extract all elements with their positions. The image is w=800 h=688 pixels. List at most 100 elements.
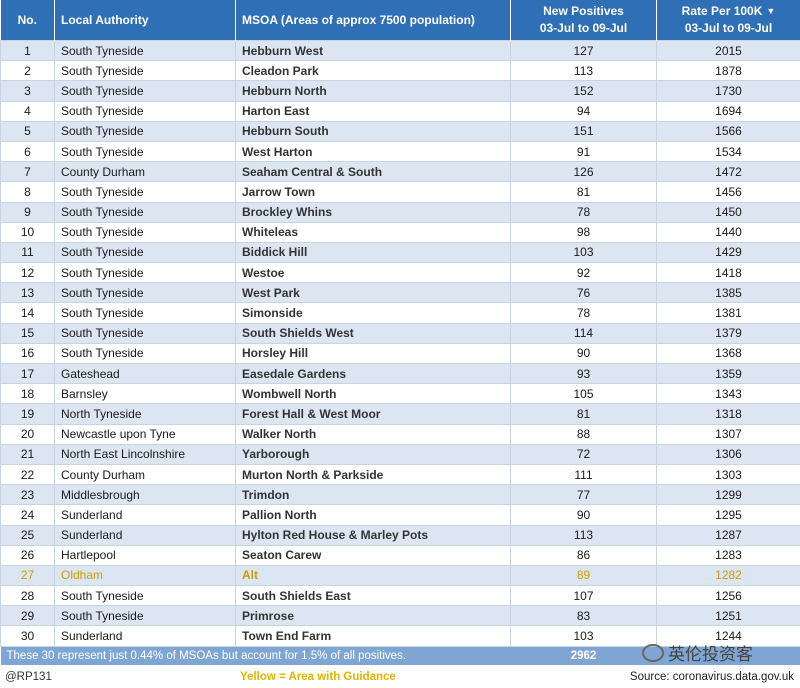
cell-msoa: Hebburn North <box>235 80 511 102</box>
sort-desc-icon[interactable]: ▼ <box>766 3 775 20</box>
table-row: 3 South Tyneside Hebburn North 152 1730 <box>0 80 800 102</box>
wechat-logo-icon <box>642 643 664 662</box>
cell-msoa: Brockley Whins <box>235 201 511 223</box>
cell-msoa: Alt <box>235 564 511 587</box>
cell-positives: 152 <box>510 80 657 102</box>
cell-positives: 81 <box>510 181 657 203</box>
header-positives-line1: New Positives <box>543 4 624 18</box>
cell-authority: South Tyneside <box>54 221 236 243</box>
cell-no: 13 <box>0 282 55 304</box>
cell-no: 6 <box>0 140 55 163</box>
author-handle: @RP131 <box>5 671 52 683</box>
cell-no: 26 <box>0 544 55 566</box>
cell-no: 22 <box>0 463 55 486</box>
table-row: 2 South Tyneside Cleadon Park 113 1878 <box>0 60 800 82</box>
cell-no: 28 <box>0 585 55 607</box>
table-row: 28 South Tyneside South Shields East 107 125… <box>0 585 800 607</box>
cell-authority: Sunderland <box>54 625 236 647</box>
cell-authority: South Tyneside <box>54 262 236 284</box>
cell-rate: 1381 <box>656 302 800 324</box>
cell-msoa: Walker North <box>235 423 511 445</box>
cell-positives: 127 <box>510 39 657 62</box>
cell-no: 29 <box>0 605 55 627</box>
cell-msoa: Hebburn West <box>235 39 511 62</box>
summary-total: 2962 <box>510 646 657 665</box>
cell-no: 20 <box>0 423 55 445</box>
summary-note: These 30 represent just 0.44% of MSOAs b… <box>0 646 511 665</box>
table-row: 20 Newcastle upon Tyne Walker North 88 1307 <box>0 423 800 445</box>
cell-rate: 1566 <box>656 120 800 142</box>
cell-rate: 1694 <box>656 100 800 122</box>
cell-authority: South Tyneside <box>54 282 236 304</box>
cell-rate: 1343 <box>656 383 800 405</box>
table-row: 9 South Tyneside Brockley Whins 78 1450 <box>0 201 800 223</box>
cell-no: 10 <box>0 221 55 243</box>
cell-positives: 81 <box>510 403 657 425</box>
cell-authority: Hartlepool <box>54 544 236 566</box>
cell-no: 3 <box>0 80 55 102</box>
cell-msoa: Town End Farm <box>235 625 511 647</box>
cell-msoa: Forest Hall & West Moor <box>235 403 511 425</box>
header-msoa: MSOA (Areas of approx 7500 population) <box>235 0 511 41</box>
cell-authority: County Durham <box>54 161 236 183</box>
table-row: 5 South Tyneside Hebburn South 151 1566 <box>0 120 800 142</box>
cell-no: 14 <box>0 302 55 324</box>
cell-authority: Barnsley <box>54 383 236 405</box>
table-row: 1 South Tyneside Hebburn West 127 2015 <box>0 39 800 62</box>
cell-msoa: West Harton <box>235 140 511 163</box>
table-row: 27 Oldham Alt 89 1282 <box>0 564 800 587</box>
cell-msoa: Wombwell North <box>235 383 511 405</box>
cell-no: 9 <box>0 201 55 223</box>
cell-authority: South Tyneside <box>54 201 236 223</box>
cell-authority: North East Lincolnshire <box>54 443 236 465</box>
cell-authority: South Tyneside <box>54 241 236 264</box>
cell-authority: South Tyneside <box>54 100 236 122</box>
cell-authority: Sunderland <box>54 524 236 546</box>
source-note: Source: coronavirus.data.gov.uk <box>629 671 794 683</box>
cell-rate: 1306 <box>656 443 800 465</box>
cell-authority: South Tyneside <box>54 120 236 142</box>
cell-positives: 103 <box>510 241 657 264</box>
cell-authority: South Tyneside <box>54 585 236 607</box>
cell-rate: 1251 <box>656 605 800 627</box>
cell-positives: 111 <box>510 463 657 486</box>
cell-msoa: West Park <box>235 282 511 304</box>
cell-rate: 1282 <box>656 564 800 587</box>
table-row: 15 South Tyneside South Shields West 114 137… <box>0 322 800 344</box>
cell-no: 12 <box>0 262 55 284</box>
cell-positives: 107 <box>510 585 657 607</box>
legend-note: Yellow = Area with Guidance <box>240 671 396 683</box>
table-row: 12 South Tyneside Westoe 92 1418 <box>0 262 800 284</box>
cell-authority: South Tyneside <box>54 39 236 62</box>
cell-authority: Middlesbrough <box>54 484 236 506</box>
cell-positives: 92 <box>510 262 657 284</box>
cell-msoa: Cleadon Park <box>235 60 511 82</box>
cell-msoa: Horsley Hill <box>235 342 511 365</box>
cell-positives: 93 <box>510 362 657 385</box>
watermark: 英伦投资客 <box>642 640 753 665</box>
cell-no: 30 <box>0 625 55 647</box>
cell-no: 8 <box>0 181 55 203</box>
cell-rate: 1295 <box>656 504 800 526</box>
cell-rate: 1299 <box>656 484 800 506</box>
table-row: 16 South Tyneside Horsley Hill 90 1368 <box>0 342 800 365</box>
cell-authority: Sunderland <box>54 504 236 526</box>
cell-no: 24 <box>0 504 55 526</box>
cell-positives: 151 <box>510 120 657 142</box>
table-row: 10 South Tyneside Whiteleas 98 1440 <box>0 221 800 243</box>
cell-no: 2 <box>0 60 55 82</box>
table-row: 8 South Tyneside Jarrow Town 81 1456 <box>0 181 800 203</box>
cell-positives: 88 <box>510 423 657 445</box>
cell-no: 1 <box>0 39 55 62</box>
cell-authority: South Tyneside <box>54 60 236 82</box>
cell-authority: South Tyneside <box>54 605 236 627</box>
cell-msoa: Simonside <box>235 302 511 324</box>
cell-positives: 94 <box>510 100 657 122</box>
cell-msoa: Whiteleas <box>235 221 511 243</box>
cell-positives: 90 <box>510 504 657 526</box>
header-rate[interactable]: Rate Per 100K ▼ 03-Jul to 09-Jul <box>656 0 800 41</box>
cell-no: 23 <box>0 484 55 506</box>
cell-positives: 72 <box>510 443 657 465</box>
cell-authority: Gateshead <box>54 362 236 385</box>
cell-rate: 2015 <box>656 39 800 62</box>
